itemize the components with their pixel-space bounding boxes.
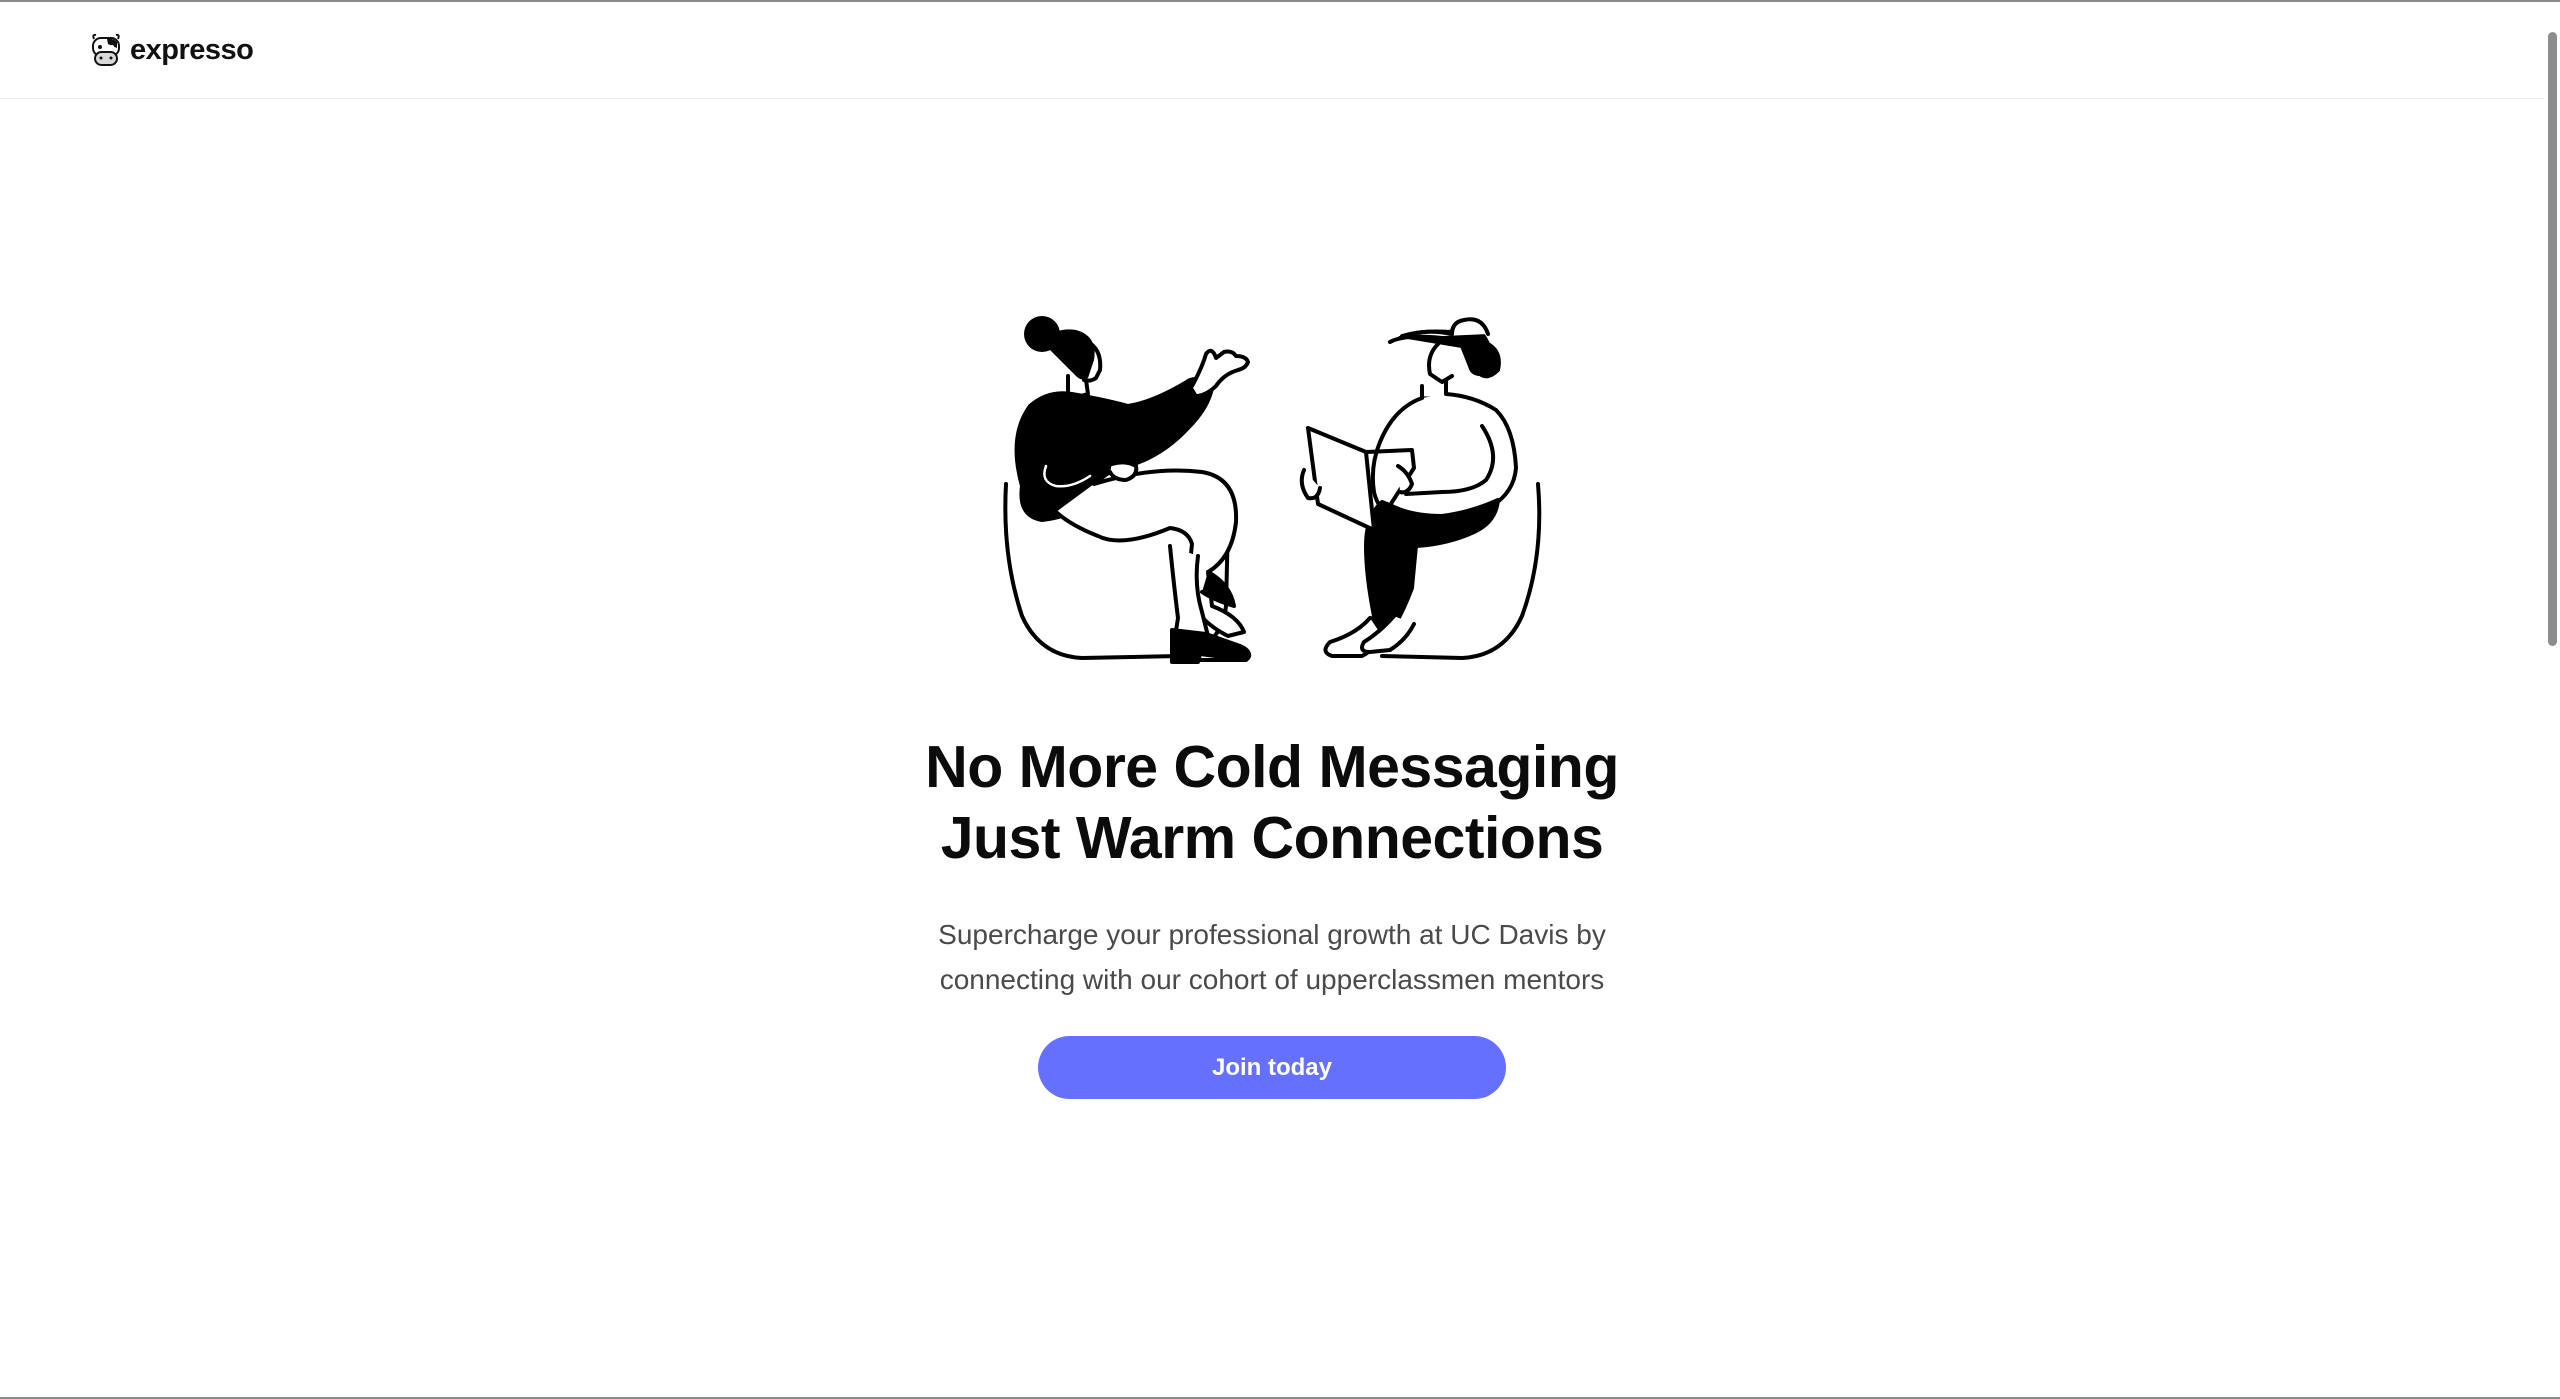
vertical-scrollbar[interactable] (2544, 2, 2560, 1397)
subtext-line-1: Supercharge your professional growth at … (938, 919, 1606, 950)
join-today-button[interactable]: Join today (1038, 1036, 1506, 1099)
hero-section: No More Cold Messaging Just Warm Connect… (0, 98, 2544, 1099)
hero-headline: No More Cold Messaging Just Warm Connect… (925, 732, 1619, 874)
top-navbar: expresso (0, 2, 2544, 99)
headline-line-1: No More Cold Messaging (925, 734, 1619, 800)
brand-name: expresso (130, 33, 254, 66)
brand-logo-link[interactable]: expresso (88, 32, 254, 68)
two-people-conversation-illustration (1003, 316, 1542, 664)
headline-line-2: Just Warm Connections (940, 805, 1604, 871)
subtext-line-2: connecting with our cohort of upperclass… (939, 964, 1605, 995)
hero-subtext: Supercharge your professional growth at … (938, 912, 1606, 1002)
cow-icon (92, 33, 120, 66)
scrollbar-thumb[interactable] (2548, 32, 2557, 646)
browser-viewport: expresso No More Cold Messaging Just War… (0, 0, 2560, 1399)
